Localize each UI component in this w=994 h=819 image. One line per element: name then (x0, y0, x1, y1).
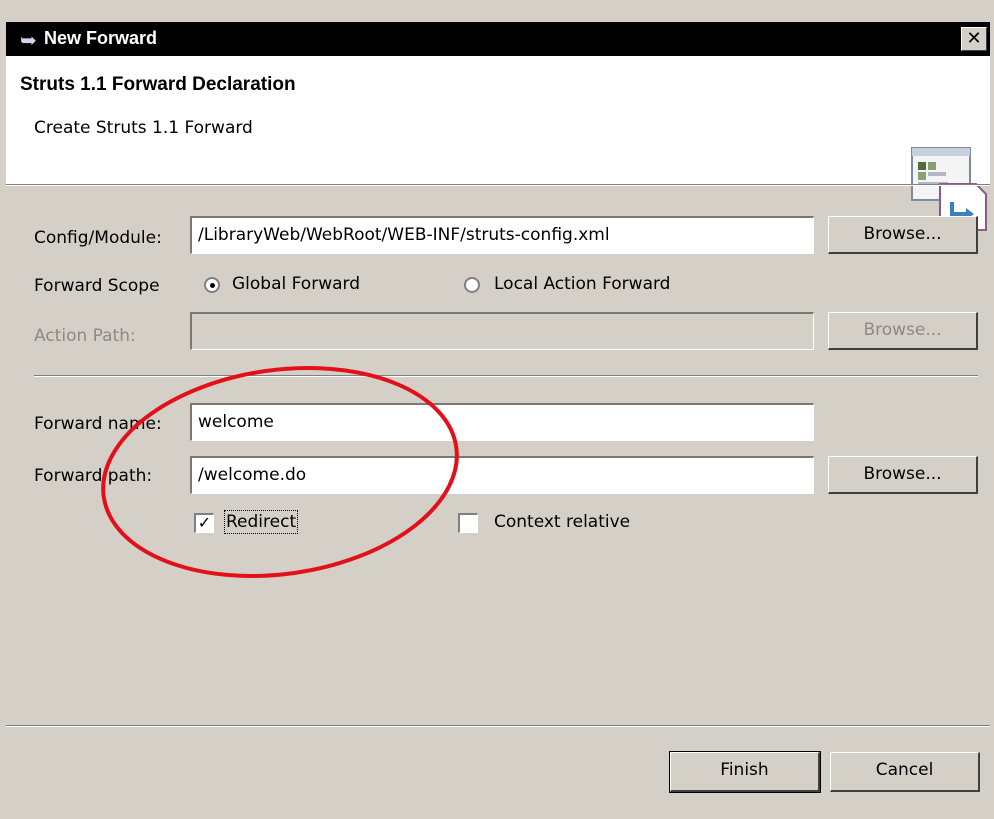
wizard-banner: Struts 1.1 Forward Declaration Create St… (6, 56, 990, 231)
redirect-label[interactable]: Redirect (223, 510, 299, 534)
banner-separator (6, 184, 990, 186)
banner-description: Create Struts 1.1 Forward (34, 118, 253, 138)
action-path-browse-button[interactable]: Browse... (828, 312, 978, 350)
forward-arrow-icon: ➥ (20, 28, 37, 52)
global-forward-label[interactable]: Global Forward (232, 274, 360, 294)
title-bar[interactable]: ➥ New Forward (6, 22, 990, 56)
cancel-button[interactable]: Cancel (830, 752, 980, 792)
forward-name-label: Forward name: (34, 414, 162, 434)
context-relative-label[interactable]: Context relative (494, 512, 630, 532)
window-title: New Forward (44, 28, 158, 48)
finish-button[interactable]: Finish (669, 751, 821, 793)
forward-scope-label: Forward Scope (34, 276, 160, 296)
config-module-label: Config/Module: (34, 228, 162, 248)
footer-separator (6, 725, 990, 727)
redirect-checkbox[interactable]: ✓ (194, 513, 214, 533)
form-separator (34, 375, 978, 377)
forward-path-browse-button[interactable]: Browse... (828, 456, 978, 494)
config-module-input[interactable]: /LibraryWeb/WebRoot/WEB-INF/struts-confi… (190, 216, 814, 254)
close-button[interactable]: ✕ (961, 27, 987, 51)
forward-path-label: Forward path: (34, 466, 153, 486)
global-forward-radio[interactable] (204, 277, 220, 293)
forward-path-input[interactable]: /welcome.do (190, 456, 814, 494)
action-path-label: Action Path: (34, 326, 136, 346)
local-action-forward-label[interactable]: Local Action Forward (494, 274, 670, 294)
forward-name-input[interactable]: welcome (190, 403, 814, 441)
local-action-forward-radio[interactable] (464, 277, 480, 293)
new-forward-dialog: ➥ New Forward ✕ Struts 1.1 Forward Decla… (0, 0, 994, 819)
context-relative-checkbox[interactable] (458, 513, 478, 533)
config-browse-button[interactable]: Browse... (828, 216, 978, 254)
action-path-input[interactable] (190, 312, 814, 350)
banner-title: Struts 1.1 Forward Declaration (20, 74, 296, 95)
